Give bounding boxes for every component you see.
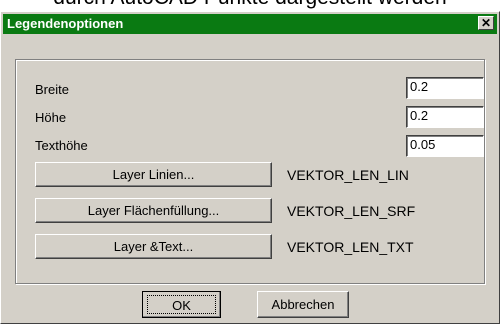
title-bar[interactable]: Legendenoptionen ✕ <box>3 14 497 34</box>
close-icon[interactable]: ✕ <box>478 16 494 30</box>
layer-lines-value: VEKTOR_LEN_LIN <box>287 167 409 183</box>
legend-options-dialog: Legendenoptionen ✕ Breite 0.2 Höhe 0.2 T… <box>0 11 500 324</box>
width-input[interactable]: 0.2 <box>406 77 484 99</box>
layer-fill-button[interactable]: Layer Flächenfüllung... <box>35 198 272 223</box>
text-height-label: Texthöhe <box>35 138 88 153</box>
ok-button[interactable]: OK <box>142 291 221 318</box>
dialog-title: Legendenoptionen <box>7 16 124 31</box>
cancel-button[interactable]: Abbrechen <box>257 291 349 318</box>
height-input[interactable]: 0.2 <box>406 106 484 128</box>
width-label: Breite <box>35 82 69 97</box>
layer-text-value: VEKTOR_LEN_TXT <box>287 239 414 255</box>
layer-fill-value: VEKTOR_LEN_SRF <box>287 203 416 219</box>
ok-button-label: OK <box>147 295 216 314</box>
layer-lines-button[interactable]: Layer Linien... <box>35 162 272 187</box>
height-label: Höhe <box>35 110 67 125</box>
layer-text-button[interactable]: Layer &Text... <box>35 234 272 259</box>
text-height-input[interactable]: 0.05 <box>406 135 484 157</box>
